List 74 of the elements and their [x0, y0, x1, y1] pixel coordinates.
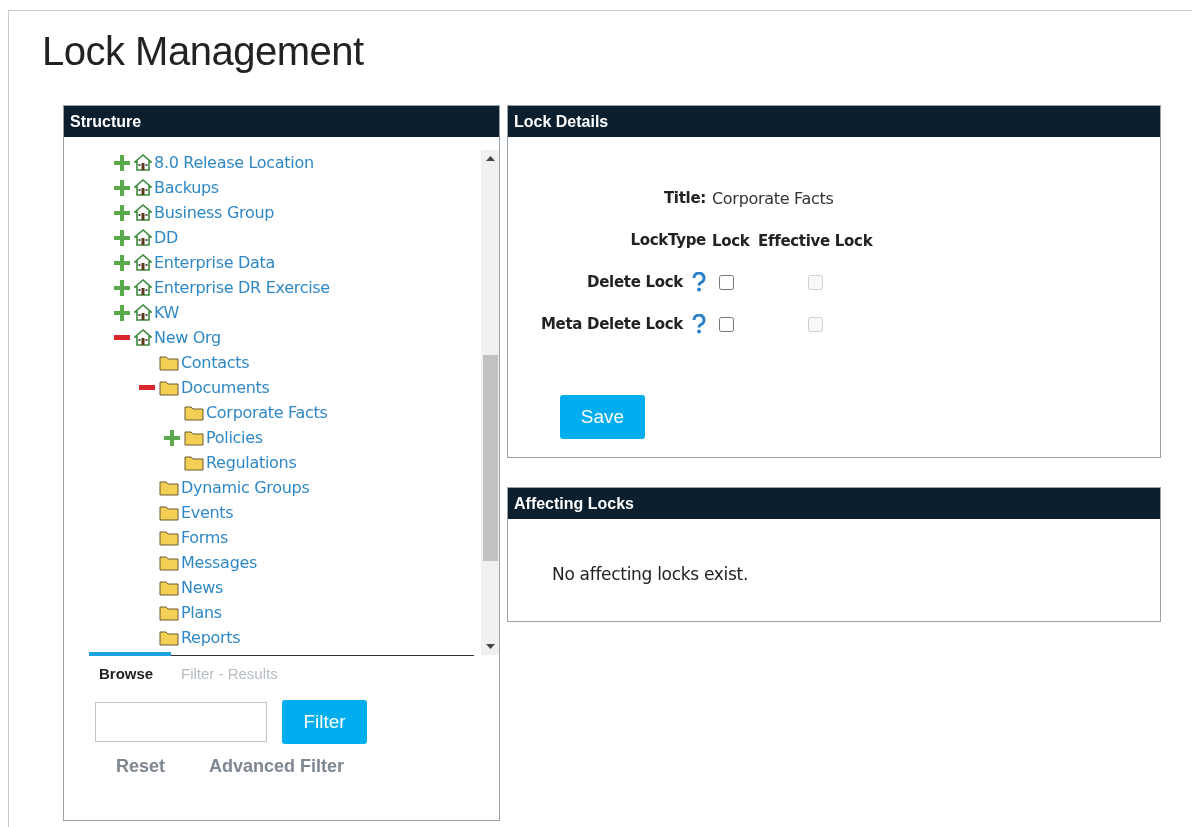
expand-icon[interactable] [114, 154, 130, 171]
tree-item[interactable]: New Org [154, 328, 221, 347]
expand-icon[interactable] [114, 304, 130, 321]
folder-icon [159, 579, 179, 596]
tree-item[interactable]: News [181, 578, 224, 597]
house-icon [134, 204, 152, 221]
house-icon [134, 304, 152, 321]
folder-icon [159, 604, 179, 621]
scroll-thumb[interactable] [482, 355, 498, 561]
page-title: Lock Management [42, 29, 365, 75]
folder-icon [159, 354, 179, 371]
expand-icon[interactable] [114, 229, 130, 246]
tree-item[interactable]: Messages [181, 553, 258, 572]
filter-input[interactable] [95, 702, 267, 742]
column-header: Lock [712, 231, 750, 250]
expand-icon[interactable] [114, 204, 130, 221]
folder-icon [159, 379, 179, 396]
tree-item[interactable]: Reports [181, 628, 241, 647]
expand-icon[interactable] [114, 179, 130, 196]
folder-icon [184, 429, 204, 446]
tab[interactable]: Browse [89, 652, 171, 682]
tree-item[interactable]: KW [154, 303, 180, 322]
house-icon [134, 329, 152, 346]
folder-icon [159, 554, 179, 571]
house-icon [134, 229, 152, 246]
house-icon [134, 179, 152, 196]
tree-item[interactable]: 8.0 Release Location [154, 153, 314, 172]
folder-icon [184, 404, 204, 421]
house-icon [134, 254, 152, 271]
lock-checkbox[interactable] [719, 274, 734, 290]
panel-header: Structure [64, 106, 499, 137]
scroll-up-icon[interactable] [485, 156, 495, 161]
tree-item[interactable]: DD [154, 228, 179, 247]
tree-item[interactable]: Corporate Facts [206, 403, 328, 422]
help-icon[interactable] [692, 272, 706, 292]
column-header: Effective Lock [758, 231, 873, 250]
lock-type-label: Delete Lock [587, 273, 683, 291]
tree-item[interactable]: Backups [154, 178, 219, 197]
title-value: Corporate Facts [712, 188, 834, 208]
tree-item[interactable]: Forms [181, 528, 229, 547]
tree-item[interactable]: Events [181, 503, 234, 522]
tree-item[interactable]: Business Group [154, 203, 275, 222]
lock-type-label: Meta Delete Lock [540, 315, 683, 333]
expand-icon[interactable] [114, 279, 130, 296]
link[interactable]: Advanced Filter [209, 756, 345, 777]
scrollbar[interactable] [481, 150, 499, 655]
panel-header: Lock Details [508, 106, 1160, 137]
expand-icon[interactable] [164, 429, 180, 446]
expand-icon[interactable] [114, 254, 130, 271]
house-icon [134, 154, 152, 171]
empty-message: No affecting locks exist. [552, 564, 750, 584]
tree-item[interactable]: Enterprise DR Exercise [154, 278, 330, 297]
folder-icon [184, 454, 204, 471]
help-icon[interactable] [692, 314, 706, 334]
tree-item[interactable]: Dynamic Groups [181, 478, 310, 497]
house-icon [134, 279, 152, 296]
lock-checkbox[interactable] [719, 316, 734, 332]
tree-item[interactable]: Policies [206, 428, 263, 447]
folder-icon [159, 504, 179, 521]
folder-icon [159, 629, 179, 646]
filter-button[interactable]: Filter [282, 700, 367, 744]
folder-icon [159, 529, 179, 546]
column-header: LockType [630, 231, 706, 249]
tree-item[interactable]: Regulations [206, 453, 297, 472]
link[interactable]: Reset [116, 756, 166, 777]
tree-item[interactable]: Documents [181, 378, 270, 397]
scroll-down-icon[interactable] [485, 644, 495, 649]
folder-icon [159, 479, 179, 496]
field-label: Title: [663, 189, 706, 207]
tree-item[interactable]: Enterprise Data [154, 253, 276, 272]
save-button[interactable]: Save [560, 395, 645, 439]
tree-item[interactable]: Contacts [181, 353, 250, 372]
tree-item[interactable]: Plans [181, 603, 222, 622]
panel-header: Affecting Locks [508, 488, 1160, 519]
